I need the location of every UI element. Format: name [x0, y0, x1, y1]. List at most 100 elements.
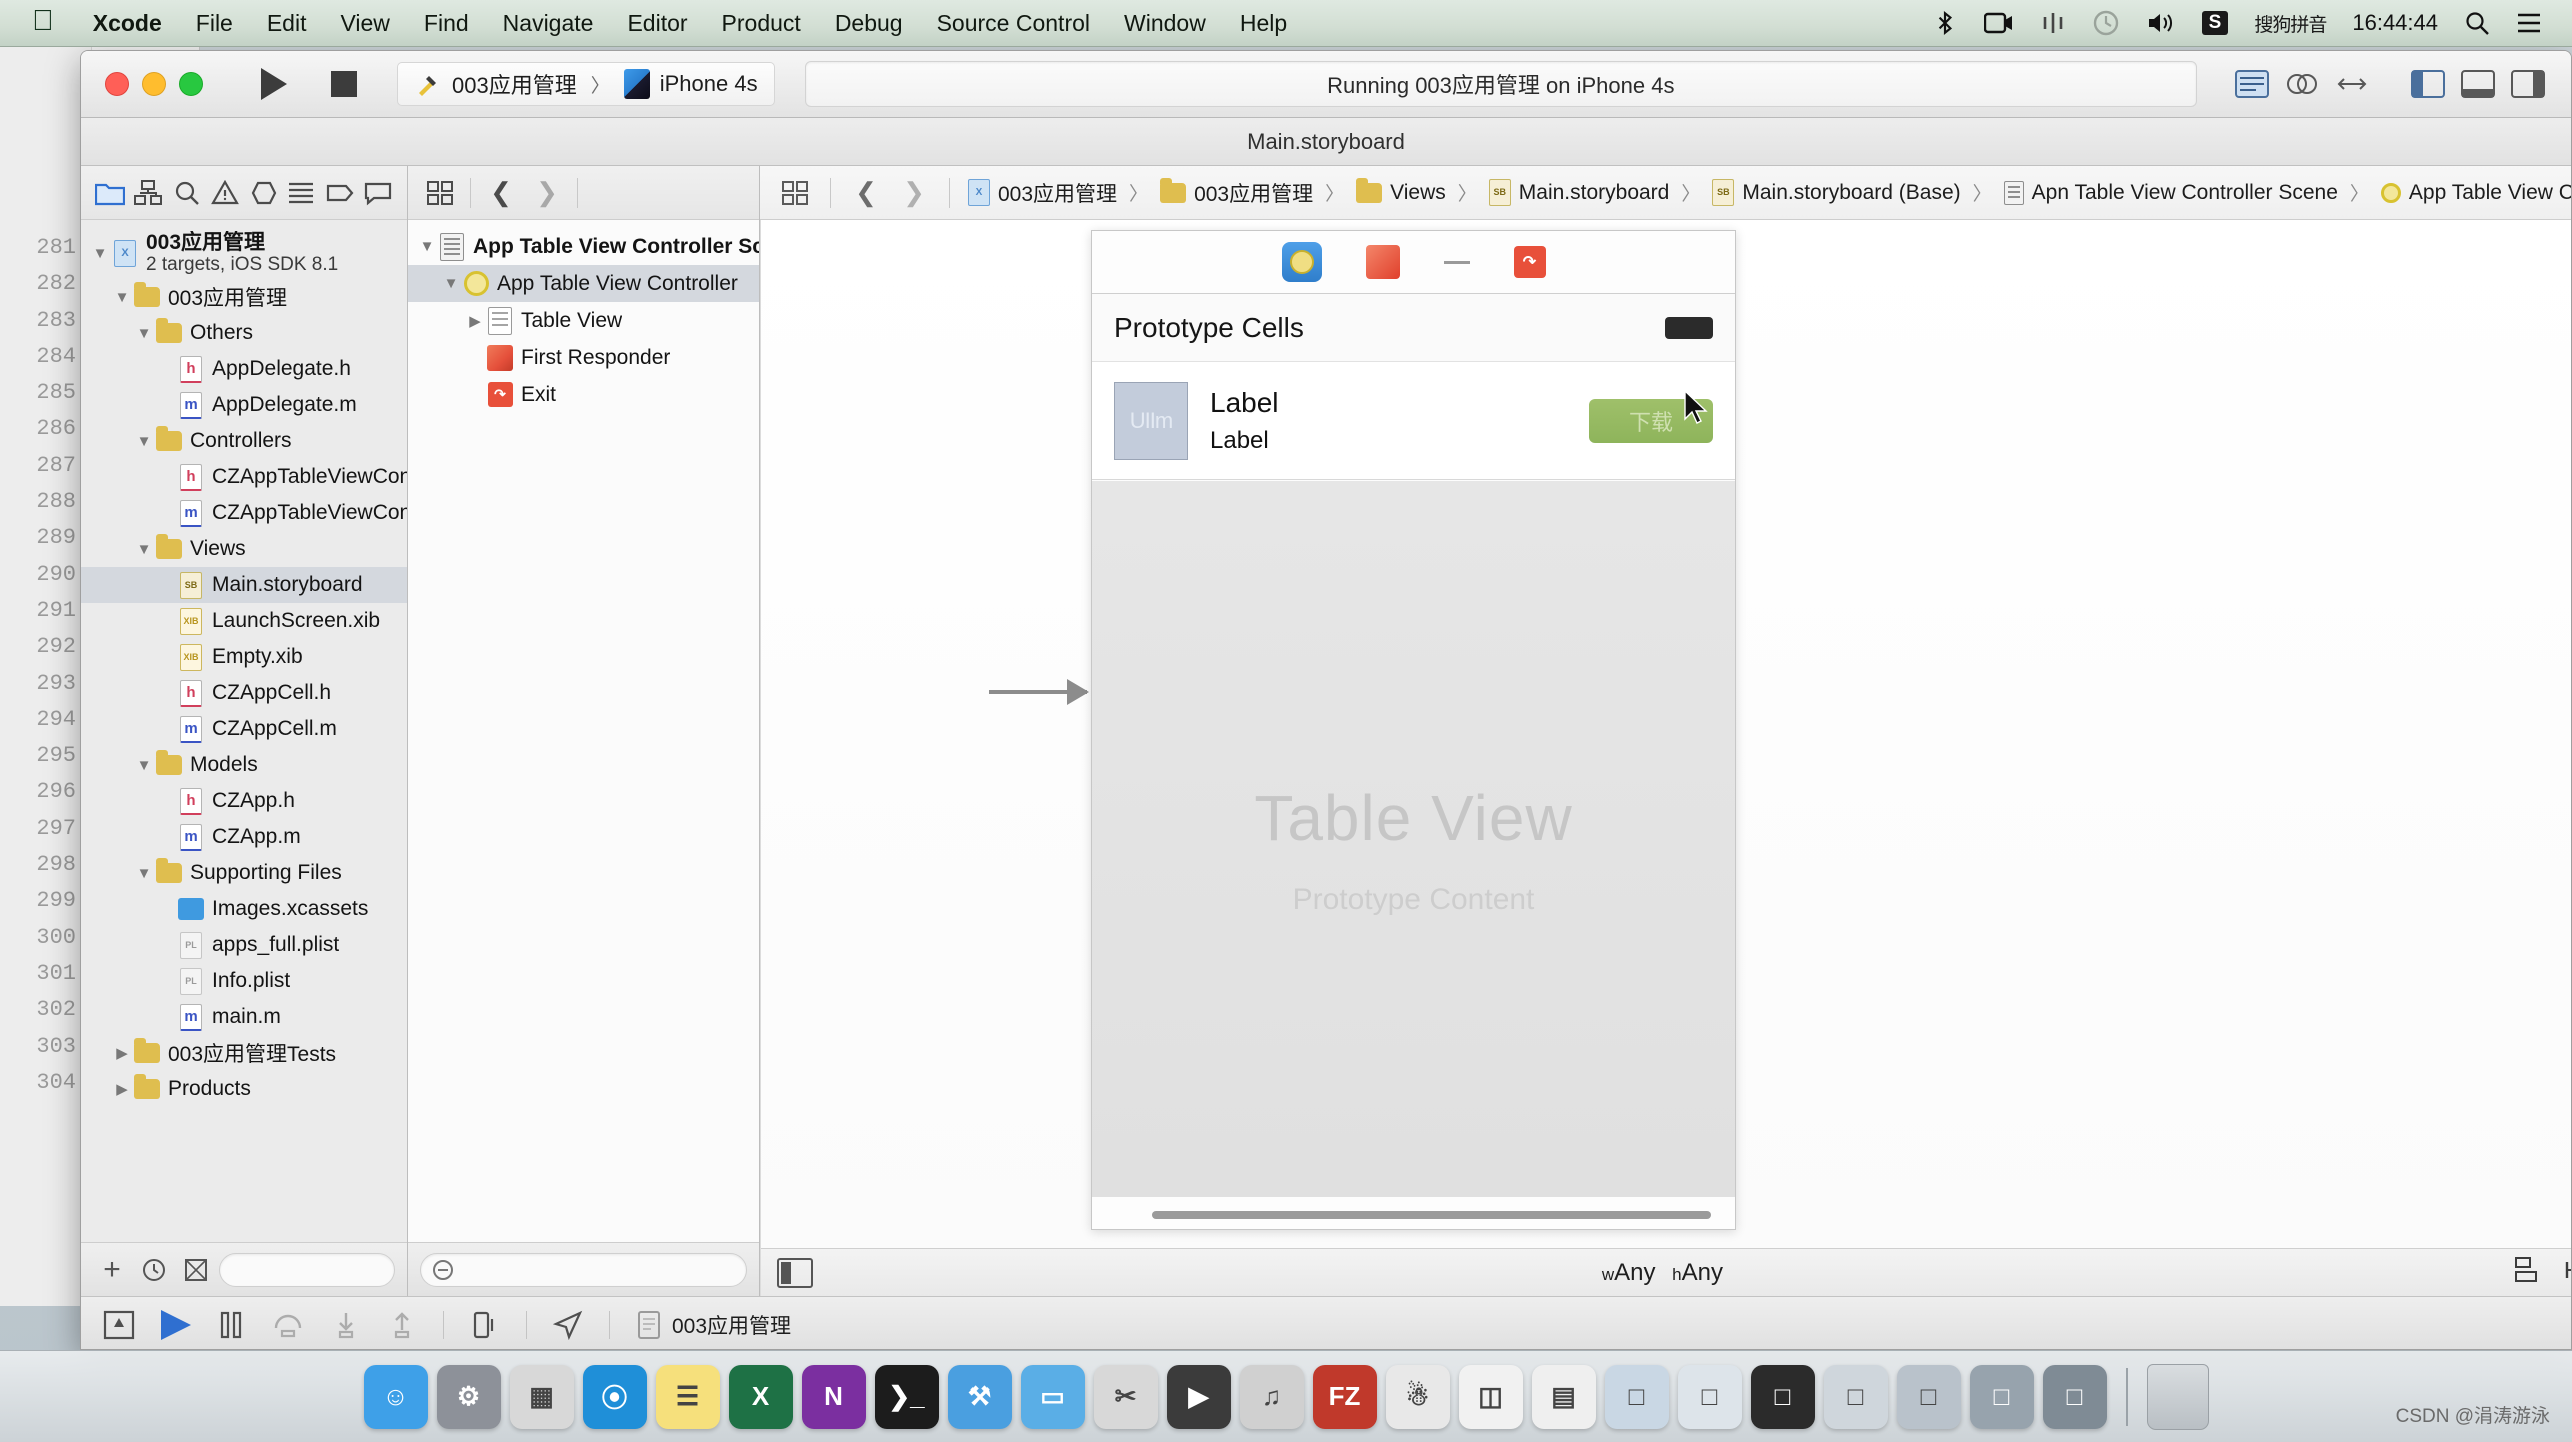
preview-icon[interactable]: ◫: [1458, 1364, 1523, 1429]
bluetooth-icon[interactable]: [1919, 9, 1971, 37]
onenote-icon[interactable]: N: [801, 1364, 866, 1429]
xcode-icon[interactable]: ⚒: [947, 1364, 1012, 1429]
window-6-icon[interactable]: □: [1969, 1364, 2034, 1429]
safari-icon[interactable]: ⦿: [582, 1364, 647, 1429]
navigator-row[interactable]: h AppDelegate.h: [81, 351, 407, 387]
navigator-row[interactable]: ▼ Models: [81, 747, 407, 783]
minimize-window-button[interactable]: [142, 72, 166, 96]
navigator-filter-input[interactable]: [219, 1252, 395, 1287]
project-navigator-tree[interactable]: ▼ X 003应用管理 2 targets, iOS SDK 8.1 ▼ 003应…: [81, 220, 407, 1242]
navigator-row[interactable]: PL Info.plist: [81, 963, 407, 999]
test-navigator-tab[interactable]: [244, 173, 282, 213]
navigator-row[interactable]: h CZAppTableViewController.h: [81, 459, 407, 495]
window-4-icon[interactable]: □: [1823, 1364, 1888, 1429]
twisty-right-icon[interactable]: ▶: [111, 1044, 133, 1062]
project-navigator-tab[interactable]: [91, 173, 129, 213]
navigator-row[interactable]: ▼ Controllers: [81, 423, 407, 459]
launchpad-icon[interactable]: ▦: [509, 1364, 574, 1429]
run-button[interactable]: [239, 62, 309, 106]
twisty-down-icon[interactable]: ▼: [416, 238, 438, 255]
scheme-selector[interactable]: 003应用管理 〉 iPhone 4s: [397, 62, 775, 106]
twisty-down-icon[interactable]: ▼: [111, 289, 133, 306]
document-outline-button[interactable]: [420, 173, 460, 213]
filezilla-icon[interactable]: FZ: [1312, 1364, 1377, 1429]
twisty-right-icon[interactable]: ▶: [111, 1080, 133, 1098]
volume-icon[interactable]: [2133, 10, 2189, 36]
navigator-row[interactable]: m main.m: [81, 999, 407, 1035]
menu-item-find[interactable]: Find: [407, 10, 486, 37]
navigator-row[interactable]: ▼ Others: [81, 315, 407, 351]
terminal-icon[interactable]: ❯_: [874, 1364, 939, 1429]
debug-navigator-tab[interactable]: [282, 173, 320, 213]
excel-icon[interactable]: X: [728, 1364, 793, 1429]
editor-standard-button[interactable]: [2227, 63, 2277, 105]
storyboard-canvas[interactable]: ↷ Prototype Cells UIIm Label Label 下载 Ta…: [760, 220, 2571, 1296]
video-player-icon[interactable]: ▶: [1166, 1364, 1231, 1429]
symbol-navigator-tab[interactable]: [129, 173, 167, 213]
breadcrumb-item[interactable]: Views: [1356, 177, 1446, 205]
calculator-icon[interactable]: ▤: [1531, 1364, 1596, 1429]
twisty-down-icon[interactable]: ▼: [133, 325, 155, 342]
navigator-row[interactable]: ▼ Supporting Files: [81, 855, 407, 891]
menu-item-debug[interactable]: Debug: [818, 10, 920, 37]
folder-blue-icon[interactable]: ▭: [1020, 1364, 1085, 1429]
twisty-right-icon[interactable]: ▶: [464, 312, 486, 330]
recent-files-filter-button[interactable]: [135, 1251, 173, 1289]
apple-menu-icon[interactable]: : [0, 6, 76, 36]
simulate-orientation-button[interactable]: [470, 1310, 500, 1340]
editor-back-button[interactable]: ❮: [845, 173, 887, 213]
outline-tree[interactable]: ▼ App Table View Controller Scene ▼ App Tab…: [408, 220, 759, 1242]
qq-icon[interactable]: ☃: [1385, 1364, 1450, 1429]
outline-filter-input[interactable]: [420, 1252, 747, 1287]
menu-item-xcode[interactable]: Xcode: [76, 10, 179, 37]
cell-subtitle-label[interactable]: Label: [1210, 427, 1279, 455]
ime-badge[interactable]: S: [2189, 11, 2242, 35]
menu-item-product[interactable]: Product: [705, 10, 818, 37]
report-navigator-tab[interactable]: [359, 173, 397, 213]
menu-item-editor[interactable]: Editor: [610, 10, 704, 37]
outline-row[interactable]: ▶ Table View: [408, 302, 759, 339]
continue-button[interactable]: [161, 1309, 191, 1340]
time-machine-icon[interactable]: [2079, 9, 2133, 37]
breadcrumb-item[interactable]: SB Main.storyboard: [1488, 179, 1669, 206]
editor-forward-button[interactable]: ❯: [893, 173, 935, 213]
navigate-back-button[interactable]: ❮: [481, 173, 521, 213]
breadcrumb-item[interactable]: SB Main.storyboard (Base): [1712, 179, 1961, 206]
navigator-row[interactable]: m CZAppCell.m: [81, 711, 407, 747]
zoom-window-button[interactable]: [179, 72, 203, 96]
find-navigator-tab[interactable]: [168, 173, 206, 213]
menu-item-window[interactable]: Window: [1107, 10, 1223, 37]
window-5-icon[interactable]: □: [1896, 1364, 1961, 1429]
navigator-row[interactable]: PL apps_full.plist: [81, 927, 407, 963]
finder-icon[interactable]: ☺: [363, 1364, 428, 1429]
breadcrumb-item[interactable]: X 003应用管理: [968, 178, 1117, 208]
cell-title-label[interactable]: Label: [1210, 387, 1279, 419]
window-1-icon[interactable]: □: [1604, 1364, 1669, 1429]
navigator-row[interactable]: h CZApp.h: [81, 783, 407, 819]
outline-row[interactable]: ↷ Exit: [408, 376, 759, 413]
prototype-cell[interactable]: UIIm Label Label 下载: [1092, 362, 1735, 480]
spotlight-search-icon[interactable]: [2451, 10, 2503, 36]
music-icon[interactable]: ♫: [1239, 1364, 1304, 1429]
editor-assistant-button[interactable]: [2277, 63, 2327, 105]
pause-button[interactable]: [217, 1310, 245, 1340]
canvas-horizontal-scrollbar[interactable]: [1152, 1211, 1711, 1219]
navigator-row[interactable]: m AppDelegate.m: [81, 387, 407, 423]
navigator-row[interactable]: ▼ Views: [81, 531, 407, 567]
navigator-row[interactable]: m CZAppTableViewController.m: [81, 495, 407, 531]
app-table-view-controller-scene[interactable]: ↷ Prototype Cells UIIm Label Label 下载 Ta…: [1091, 230, 1736, 1230]
menu-item-view[interactable]: View: [323, 10, 406, 37]
twisty-down-icon[interactable]: ▼: [133, 757, 155, 774]
menu-item-help[interactable]: Help: [1223, 10, 1304, 37]
view-controller-dock-icon[interactable]: [1281, 242, 1322, 282]
pin-button[interactable]: [2564, 1256, 2571, 1289]
window-3-icon[interactable]: □: [1750, 1364, 1815, 1429]
navigator-row[interactable]: XIB LaunchScreen.xib: [81, 603, 407, 639]
twisty-down-icon[interactable]: ▼: [133, 865, 155, 882]
navigator-row[interactable]: h CZAppCell.h: [81, 675, 407, 711]
breadcrumb-item[interactable]: App Table View Controller: [2380, 181, 2571, 205]
exit-dock-icon[interactable]: ↷: [1513, 246, 1546, 278]
first-responder-dock-icon[interactable]: [1365, 245, 1400, 279]
notification-center-icon[interactable]: [2503, 11, 2572, 35]
outline-row[interactable]: ▼ App Table View Controller Scene: [408, 228, 759, 265]
